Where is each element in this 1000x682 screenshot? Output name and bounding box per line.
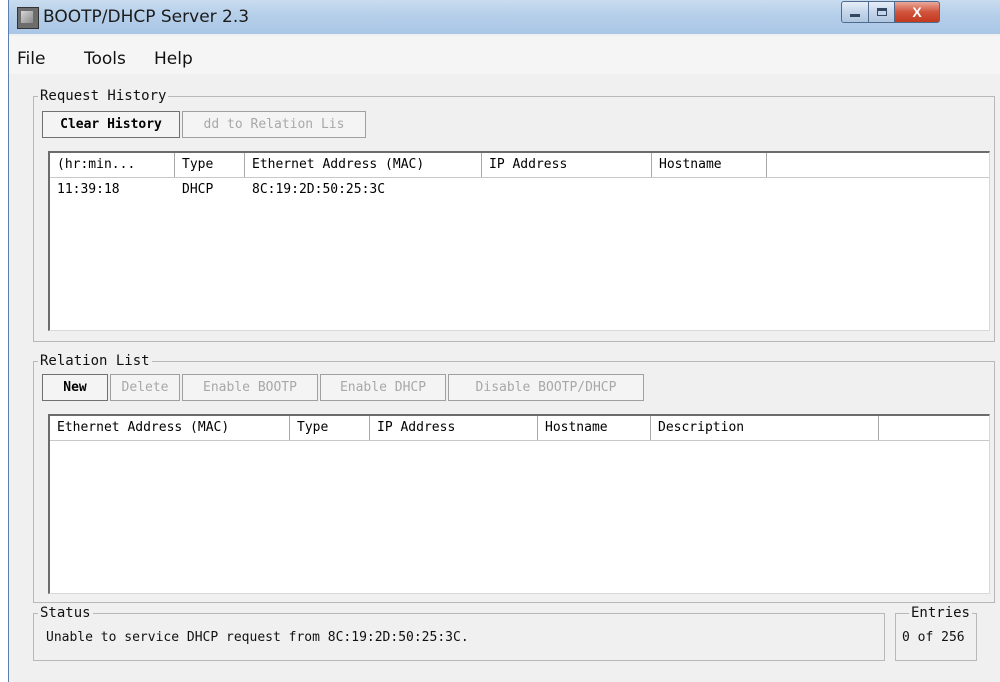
menu-file[interactable]: File (17, 49, 45, 69)
col-ip[interactable]: IP Address (370, 416, 538, 440)
menu-tools[interactable]: Tools (84, 49, 126, 69)
request-history-list[interactable]: (hr:min... Type Ethernet Address (MAC) I… (48, 151, 990, 331)
relation-list-label: Relation List (38, 353, 152, 369)
disable-bootp-dhcp-button[interactable]: Disable BOOTP/DHCP (448, 374, 644, 401)
title-bar[interactable]: BOOTP/DHCP Server 2.3 X (9, 0, 1000, 34)
cell-time: 11:39:18 (57, 182, 120, 197)
menu-bar: File Tools Help (9, 36, 1000, 74)
close-button[interactable]: X (894, 1, 940, 23)
request-history-header: (hr:min... Type Ethernet Address (MAC) I… (50, 153, 989, 178)
enable-dhcp-button[interactable]: Enable DHCP (320, 374, 446, 401)
table-row[interactable]: 11:39:18 DHCP 8C:19:2D:50:25:3C (50, 180, 989, 200)
enable-bootp-button[interactable]: Enable BOOTP (182, 374, 318, 401)
menu-help[interactable]: Help (154, 49, 193, 69)
status-group: Status Unable to service DHCP request fr… (33, 605, 885, 661)
maximize-icon (876, 8, 887, 16)
col-hostname[interactable]: Hostname (538, 416, 651, 440)
relation-list-table[interactable]: Ethernet Address (MAC) Type IP Address H… (48, 414, 990, 594)
minimize-button[interactable] (841, 1, 869, 23)
entries-label: Entries (908, 605, 972, 621)
new-button[interactable]: New (42, 374, 108, 401)
clear-history-button[interactable]: Clear History (42, 111, 180, 138)
relation-list-group: Relation List New Delete Enable BOOTP En… (33, 353, 995, 603)
status-message: Unable to service DHCP request from 8C:1… (46, 630, 469, 645)
request-history-group: Request History Clear History dd to Rela… (33, 88, 995, 342)
app-window: BOOTP/DHCP Server 2.3 X File Tools Help … (8, 0, 1000, 682)
request-history-label: Request History (38, 88, 169, 104)
window-title: BOOTP/DHCP Server 2.3 (43, 7, 250, 27)
relation-list-header: Ethernet Address (MAC) Type IP Address H… (50, 416, 989, 441)
entries-group: Entries 0 of 256 (895, 605, 977, 661)
col-hostname[interactable]: Hostname (652, 153, 767, 177)
delete-button[interactable]: Delete (110, 374, 180, 401)
col-mac[interactable]: Ethernet Address (MAC) (50, 416, 290, 440)
cell-type: DHCP (182, 182, 214, 197)
col-ip[interactable]: IP Address (482, 153, 652, 177)
close-icon: X (912, 4, 922, 20)
app-icon[interactable] (17, 7, 39, 29)
entries-count: 0 of 256 (902, 630, 965, 645)
minimize-icon (850, 13, 860, 17)
cell-mac: 8C:19:2D:50:25:3C (252, 182, 386, 197)
col-description[interactable]: Description (651, 416, 879, 440)
col-type[interactable]: Type (175, 153, 245, 177)
col-type[interactable]: Type (290, 416, 370, 440)
maximize-button[interactable] (868, 1, 895, 23)
status-label: Status (38, 605, 93, 621)
col-mac[interactable]: Ethernet Address (MAC) (245, 153, 482, 177)
col-time[interactable]: (hr:min... (50, 153, 175, 177)
add-to-relation-list-button[interactable]: dd to Relation Lis (182, 111, 366, 138)
